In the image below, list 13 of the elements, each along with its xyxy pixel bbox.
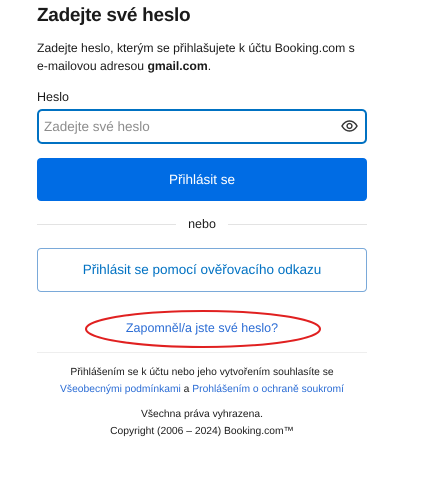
terms-text: Přihlášením se k účtu nebo jeho vytvořením souhlasíte se Všeobecnými podmínkami a Prohlášením o ochraně soukromí <box>59 366 345 398</box>
divider-text: nebo <box>188 216 216 234</box>
sign-in-button[interactable]: Přihlásit se <box>37 158 367 202</box>
page-title: Zadejte své heslo <box>37 4 192 28</box>
password-field[interactable]: Zadejte své heslo <box>37 109 367 144</box>
show-password-icon[interactable] <box>341 120 358 132</box>
privacy-link[interactable]: Prohlášením o ochraně soukromí <box>192 384 344 396</box>
rights-text: Všechna práva vyhrazena. <box>140 408 264 422</box>
copyright-text: Copyright (2006 – 2024) Booking.com™ <box>109 424 295 439</box>
description-text: Zadejte heslo, kterým se přihlašujete k účtu Booking.com s e-mailovou adresou gmail.com. <box>37 40 356 75</box>
terms-link[interactable]: Všeobecnými podmínkami <box>60 384 181 396</box>
verification-link-button[interactable]: Přihlásit se pomocí ověřovacího odkazu <box>37 248 367 292</box>
field-label: Heslo <box>37 89 69 106</box>
